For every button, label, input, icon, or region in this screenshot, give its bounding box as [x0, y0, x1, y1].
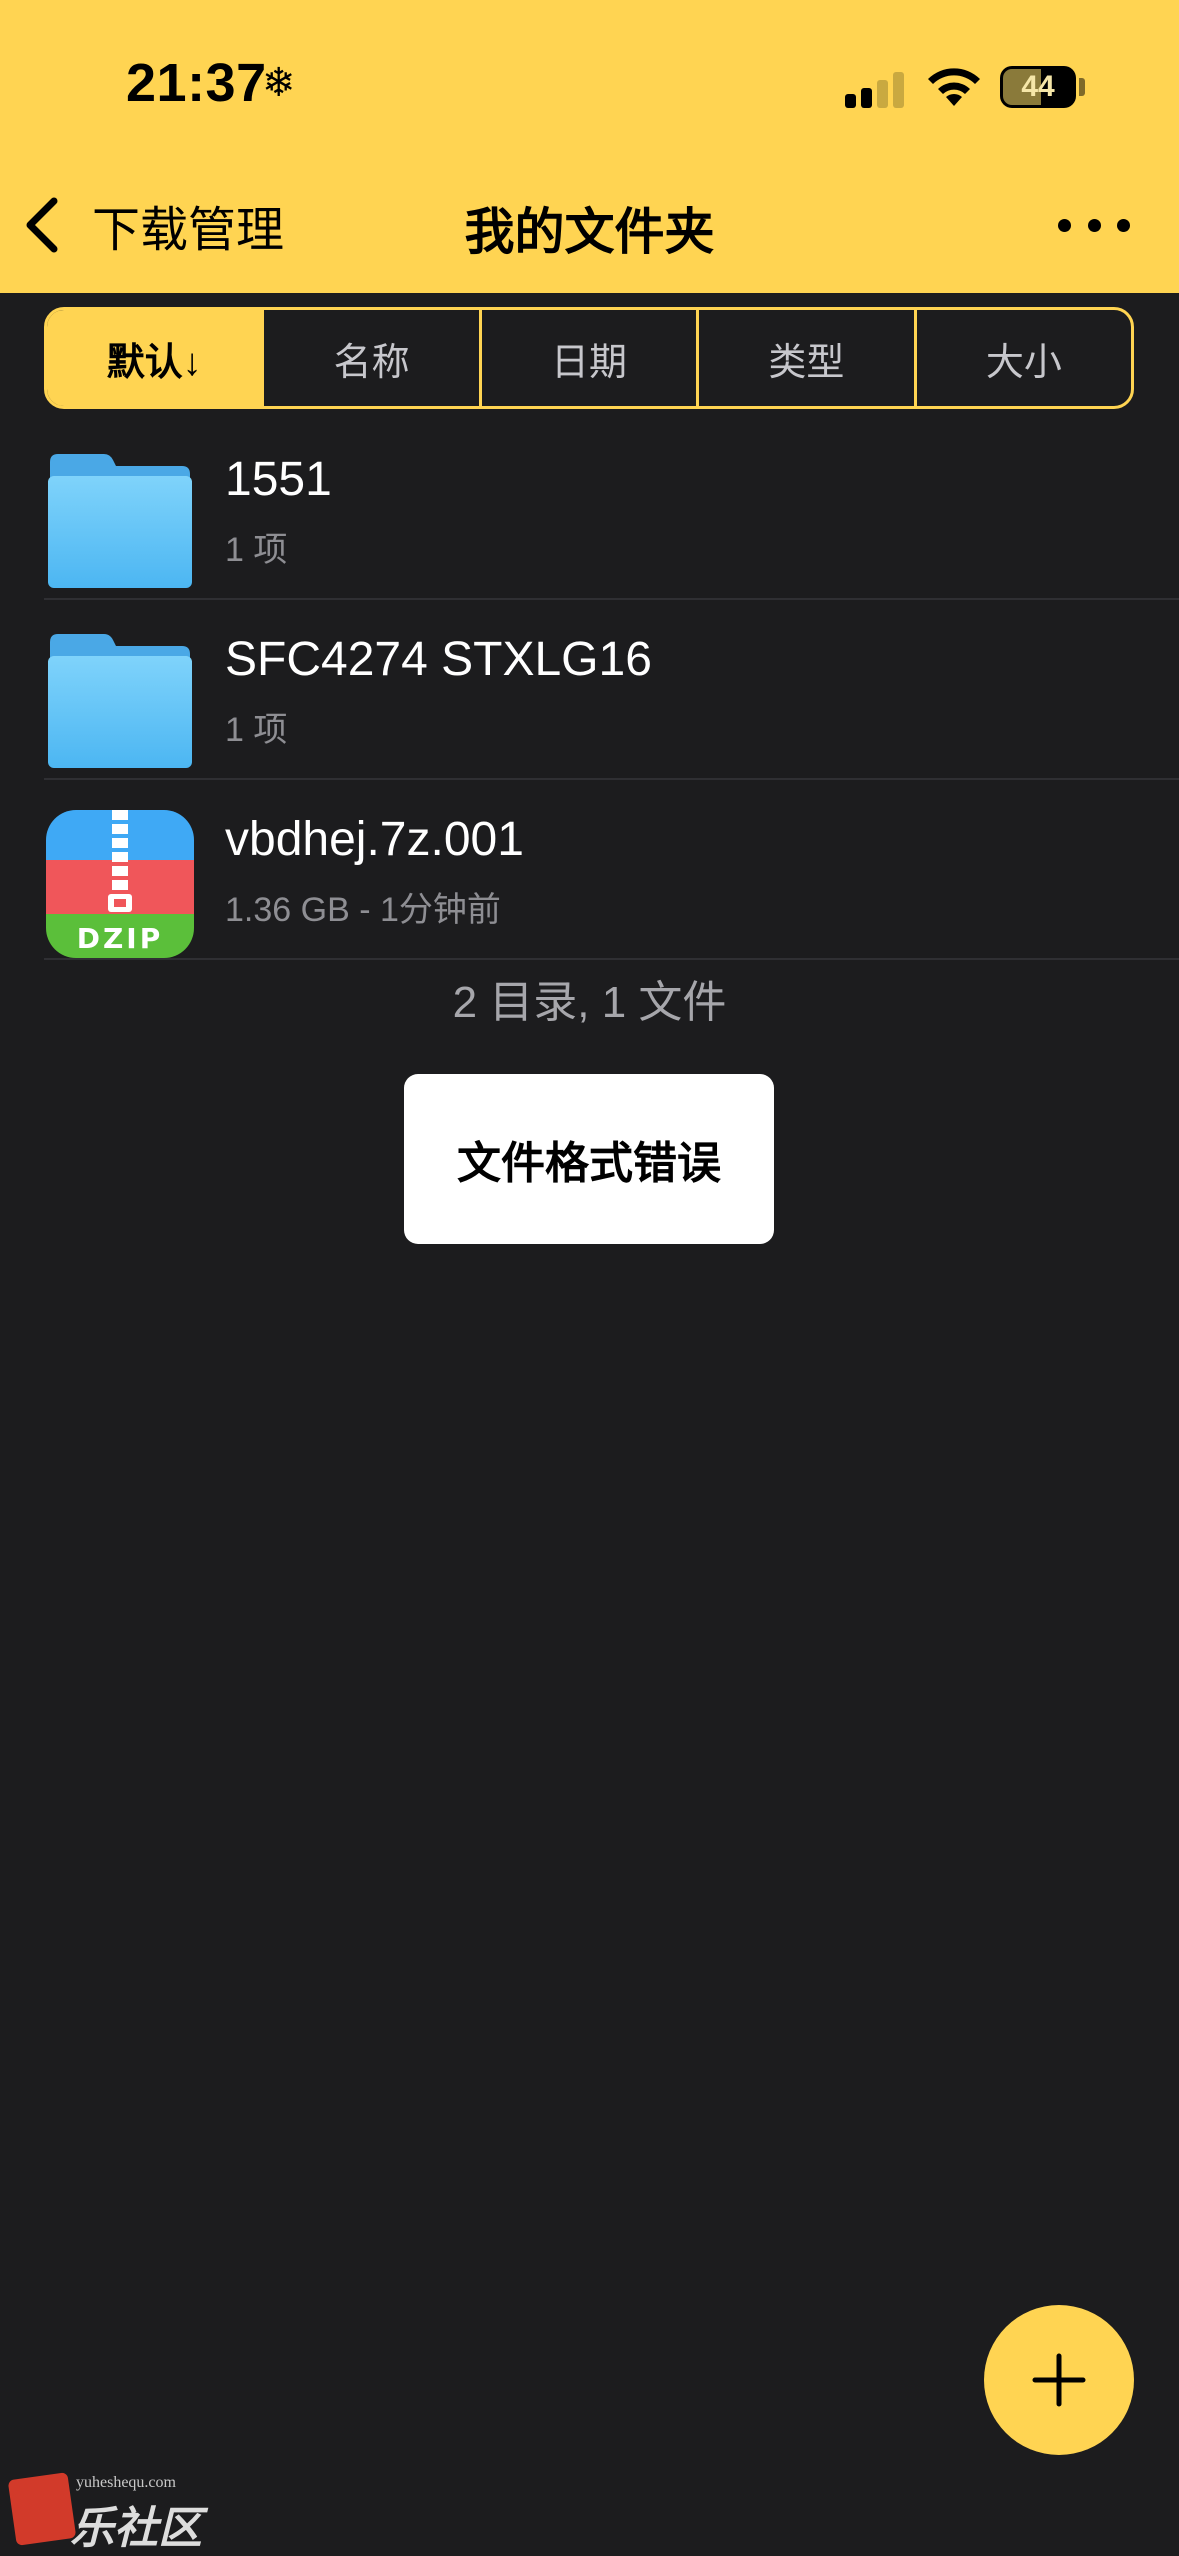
file-name: SFC4274 STXLG16	[225, 633, 652, 686]
watermark-name: 乐社区	[70, 2504, 202, 2553]
more-dot-icon	[1058, 218, 1071, 232]
file-count-summary: 2 目录, 1 文件	[452, 978, 727, 1027]
sort-size[interactable]: 大小	[913, 310, 1131, 406]
battery-tip	[1079, 78, 1085, 96]
battery-level: 44	[1021, 70, 1055, 103]
focus-mode-icon: ❄	[262, 61, 296, 105]
more-dot-icon	[1087, 218, 1101, 232]
more-options-button[interactable]	[1058, 200, 1130, 250]
file-meta: 1.36 GB - 1分钟前	[225, 891, 501, 929]
sort-date[interactable]: 日期	[478, 310, 696, 406]
row-divider	[44, 958, 1179, 960]
file-list: 1551 1 项 SFC4274 STXLG16 1 项 DZIP vbdhej…	[0, 420, 1179, 960]
error-toast: 文件格式错误	[404, 1074, 774, 1244]
list-item[interactable]: SFC4274 STXLG16 1 项	[0, 600, 1179, 780]
watermark-url: yuheshequ.com	[76, 2474, 176, 2491]
header: 21:37 ❄ 44 下载管理 我的文件夹	[0, 0, 1179, 293]
sort-type[interactable]: 类型	[696, 310, 913, 406]
cellular-signal-icon	[845, 70, 905, 108]
back-button[interactable]: 下载管理	[18, 190, 284, 260]
file-name: 1551	[225, 453, 332, 506]
battery-icon: 44	[1000, 66, 1076, 108]
sort-name[interactable]: 名称	[261, 310, 478, 406]
sort-default[interactable]: 默认↓	[47, 310, 262, 406]
dzip-label: DZIP	[77, 922, 163, 955]
folder-icon	[48, 454, 192, 588]
sort-segmented-control: 默认↓ 名称 日期 类型 大小	[44, 307, 1134, 409]
status-time: 21:37	[126, 53, 267, 113]
folder-icon	[48, 634, 192, 768]
list-item[interactable]: DZIP vbdhej.7z.001 1.36 GB - 1分钟前	[0, 780, 1179, 960]
plus-icon	[1032, 2353, 1086, 2407]
add-button[interactable]	[984, 2305, 1134, 2455]
list-item[interactable]: 1551 1 项	[0, 420, 1179, 600]
seal-icon	[7, 2472, 77, 2546]
back-button-label: 下载管理	[92, 204, 285, 257]
dzip-archive-icon: DZIP	[46, 810, 194, 958]
watermark-logo: yuheshequ.com 乐社区	[7, 2472, 210, 2553]
wifi-icon	[928, 68, 980, 106]
file-name: vbdhej.7z.001	[225, 813, 524, 866]
file-meta: 1 项	[225, 531, 288, 569]
chevron-left-icon	[26, 197, 58, 253]
file-meta: 1 项	[225, 711, 288, 749]
more-dot-icon	[1117, 218, 1130, 232]
